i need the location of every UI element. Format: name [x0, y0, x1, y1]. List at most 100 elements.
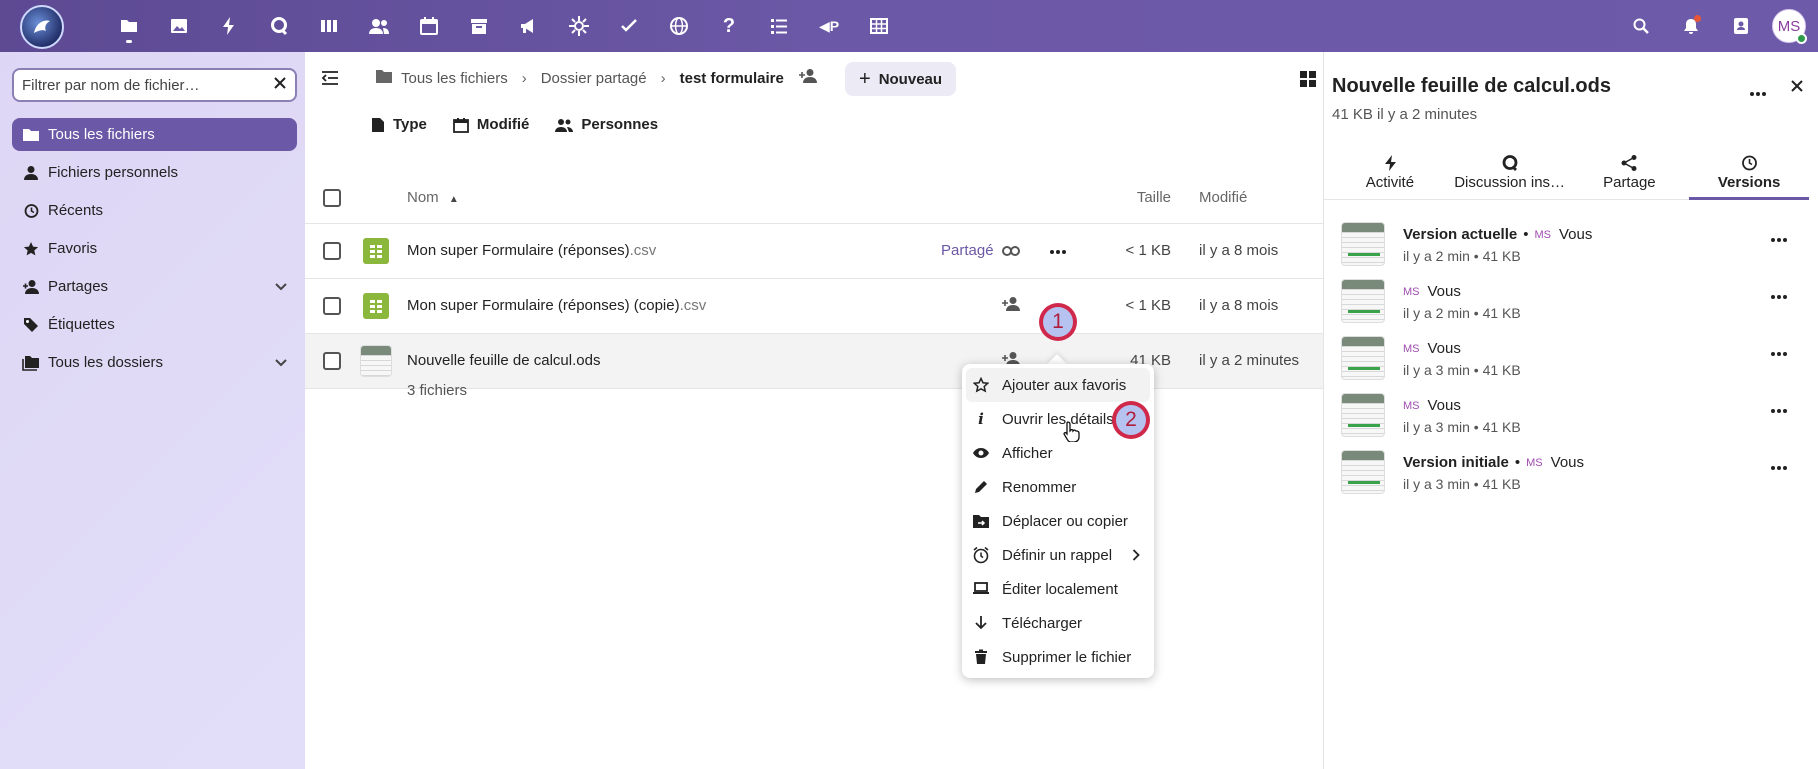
- archive-icon[interactable]: [454, 0, 504, 52]
- nav-item-all-folders[interactable]: Tous les dossiers: [12, 346, 297, 379]
- search-icon[interactable]: [1616, 0, 1666, 52]
- contacts-menu-icon[interactable]: [1716, 0, 1766, 52]
- more-actions-icon[interactable]: [1050, 242, 1066, 259]
- row-checkbox[interactable]: [323, 297, 341, 315]
- more-actions-icon[interactable]: [1771, 287, 1787, 304]
- help-icon[interactable]: ?: [704, 0, 754, 52]
- nextcloud-logo[interactable]: [20, 5, 64, 49]
- parking-icon[interactable]: ◀P: [804, 0, 854, 52]
- filter-modified[interactable]: Modifié: [453, 116, 529, 133]
- menu-set-reminder[interactable]: Définir un rappel: [962, 538, 1154, 572]
- version-title: MS Vous: [1403, 283, 1461, 300]
- globe-icon[interactable]: [654, 0, 704, 52]
- filter-people[interactable]: Personnes: [555, 116, 658, 133]
- close-icon[interactable]: [1790, 79, 1804, 97]
- tab-sharing[interactable]: Partage: [1570, 144, 1690, 199]
- file-row[interactable]: Mon super Formulaire (réponses).csv Part…: [305, 224, 1323, 279]
- version-thumbnail: [1341, 279, 1385, 323]
- new-button[interactable]: + Nouveau: [845, 62, 957, 96]
- share-person-icon[interactable]: [1001, 296, 1021, 316]
- version-item[interactable]: MS Vous il y a 3 min • 41 KB: [1341, 336, 1801, 384]
- chevron-down-icon[interactable]: [275, 278, 287, 295]
- photos-icon[interactable]: [154, 0, 204, 52]
- clear-filter-icon[interactable]: [273, 76, 287, 94]
- download-icon: [972, 614, 990, 632]
- more-actions-icon[interactable]: [1771, 230, 1787, 247]
- tab-versions[interactable]: Versions: [1689, 144, 1809, 200]
- select-all-checkbox[interactable]: [323, 189, 341, 207]
- chevron-right-icon: [1132, 548, 1140, 565]
- menu-add-favorite[interactable]: Ajouter aux favoris: [966, 368, 1150, 402]
- version-item[interactable]: Version initiale • MS Vous il y a 3 min • 4…: [1341, 450, 1801, 498]
- more-actions-icon[interactable]: [1771, 344, 1787, 361]
- menu-view[interactable]: Afficher: [962, 436, 1154, 470]
- tasks-icon[interactable]: [604, 0, 654, 52]
- tab-activity[interactable]: Activité: [1330, 144, 1450, 199]
- row-checkbox[interactable]: [323, 242, 341, 260]
- filter-type[interactable]: Type: [371, 116, 427, 133]
- menu-move-copy[interactable]: Déplacer ou copier: [962, 504, 1154, 538]
- breadcrumb-all-files[interactable]: Tous les fichiers: [401, 70, 508, 87]
- breadcrumb: Tous les fichiers › Dossier partagé › te…: [375, 64, 818, 92]
- file-extension: .csv: [629, 242, 657, 259]
- column-modified[interactable]: Modifié: [1199, 189, 1247, 206]
- filter-input[interactable]: [22, 76, 273, 94]
- menu-download[interactable]: Télécharger: [962, 606, 1154, 640]
- share-person-icon[interactable]: [798, 68, 818, 88]
- breadcrumb-current[interactable]: test formulaire: [680, 70, 784, 87]
- link-icon[interactable]: [1002, 244, 1020, 261]
- header-right: MS: [1616, 0, 1818, 52]
- nav-item-all-files[interactable]: Tous les fichiers: [12, 118, 297, 151]
- nav-item-shares[interactable]: Partages: [12, 270, 297, 303]
- version-title: MS Vous: [1403, 397, 1461, 414]
- chevron-down-icon[interactable]: [275, 354, 287, 371]
- column-name[interactable]: Nom ▲: [407, 189, 459, 206]
- grid-view-icon[interactable]: [1299, 70, 1317, 92]
- new-button-label: Nouveau: [878, 70, 943, 88]
- menu-edit-locally[interactable]: Éditer localement: [962, 572, 1154, 606]
- version-item[interactable]: MS Vous il y a 3 min • 41 KB: [1341, 393, 1801, 441]
- nav-item-label: Tous les dossiers: [48, 354, 164, 371]
- list-icon[interactable]: [754, 0, 804, 52]
- more-actions-icon[interactable]: [1771, 401, 1787, 418]
- menu-delete-file[interactable]: Supprimer le fichier: [962, 640, 1154, 674]
- files-icon[interactable]: [104, 0, 154, 52]
- nav-item-favorites[interactable]: Favoris: [12, 232, 297, 265]
- deck-icon[interactable]: [304, 0, 354, 52]
- row-checkbox[interactable]: [323, 352, 341, 370]
- nav-item-label: Récents: [48, 202, 104, 219]
- file-row[interactable]: Nouvelle feuille de calcul.ods 41 KB il …: [305, 334, 1323, 389]
- nav-item-personal-files[interactable]: Fichiers personnels: [12, 156, 297, 189]
- version-meta: il y a 2 min • 41 KB: [1403, 305, 1521, 321]
- version-item[interactable]: Version actuelle • MS Vous il y a 2 min • 4…: [1341, 222, 1801, 270]
- bell-icon[interactable]: [1666, 0, 1716, 52]
- announcements-icon[interactable]: [504, 0, 554, 52]
- version-item[interactable]: MS Vous il y a 2 min • 41 KB: [1341, 279, 1801, 327]
- activity-icon[interactable]: [204, 0, 254, 52]
- user-avatar[interactable]: MS: [1772, 9, 1807, 44]
- contacts-icon[interactable]: [354, 0, 404, 52]
- file-name[interactable]: Mon super Formulaire (réponses) (copie).…: [407, 297, 706, 314]
- more-actions-icon[interactable]: [1750, 84, 1766, 101]
- more-actions-icon[interactable]: [1771, 458, 1787, 475]
- file-name[interactable]: Mon super Formulaire (réponses).csv: [407, 242, 656, 259]
- talk-icon[interactable]: [254, 0, 304, 52]
- table-icon[interactable]: [854, 0, 904, 52]
- calendar-icon[interactable]: [404, 0, 454, 52]
- nav-item-recent[interactable]: Récents: [12, 194, 297, 227]
- nav-item-tags[interactable]: Étiquettes: [12, 308, 297, 341]
- tab-talk[interactable]: Discussion ins…: [1450, 144, 1570, 199]
- file-name[interactable]: Nouvelle feuille de calcul.ods: [407, 352, 600, 369]
- polls-icon[interactable]: [554, 0, 604, 52]
- version-title: Version actuelle • MS Vous: [1403, 226, 1593, 243]
- column-size[interactable]: Taille: [1137, 189, 1171, 206]
- toggle-navigation-icon[interactable]: [321, 70, 339, 90]
- menu-rename[interactable]: Renommer: [962, 470, 1154, 504]
- shared-label[interactable]: Partagé: [941, 242, 994, 259]
- eye-icon: [972, 444, 990, 462]
- file-list-header: Nom ▲ Taille Modifié: [305, 172, 1323, 224]
- file-row[interactable]: Mon super Formulaire (réponses) (copie).…: [305, 279, 1323, 334]
- breadcrumb-shared-folder[interactable]: Dossier partagé: [541, 70, 647, 87]
- spreadsheet-icon: [363, 293, 389, 319]
- version-label: Version initiale: [1403, 454, 1509, 471]
